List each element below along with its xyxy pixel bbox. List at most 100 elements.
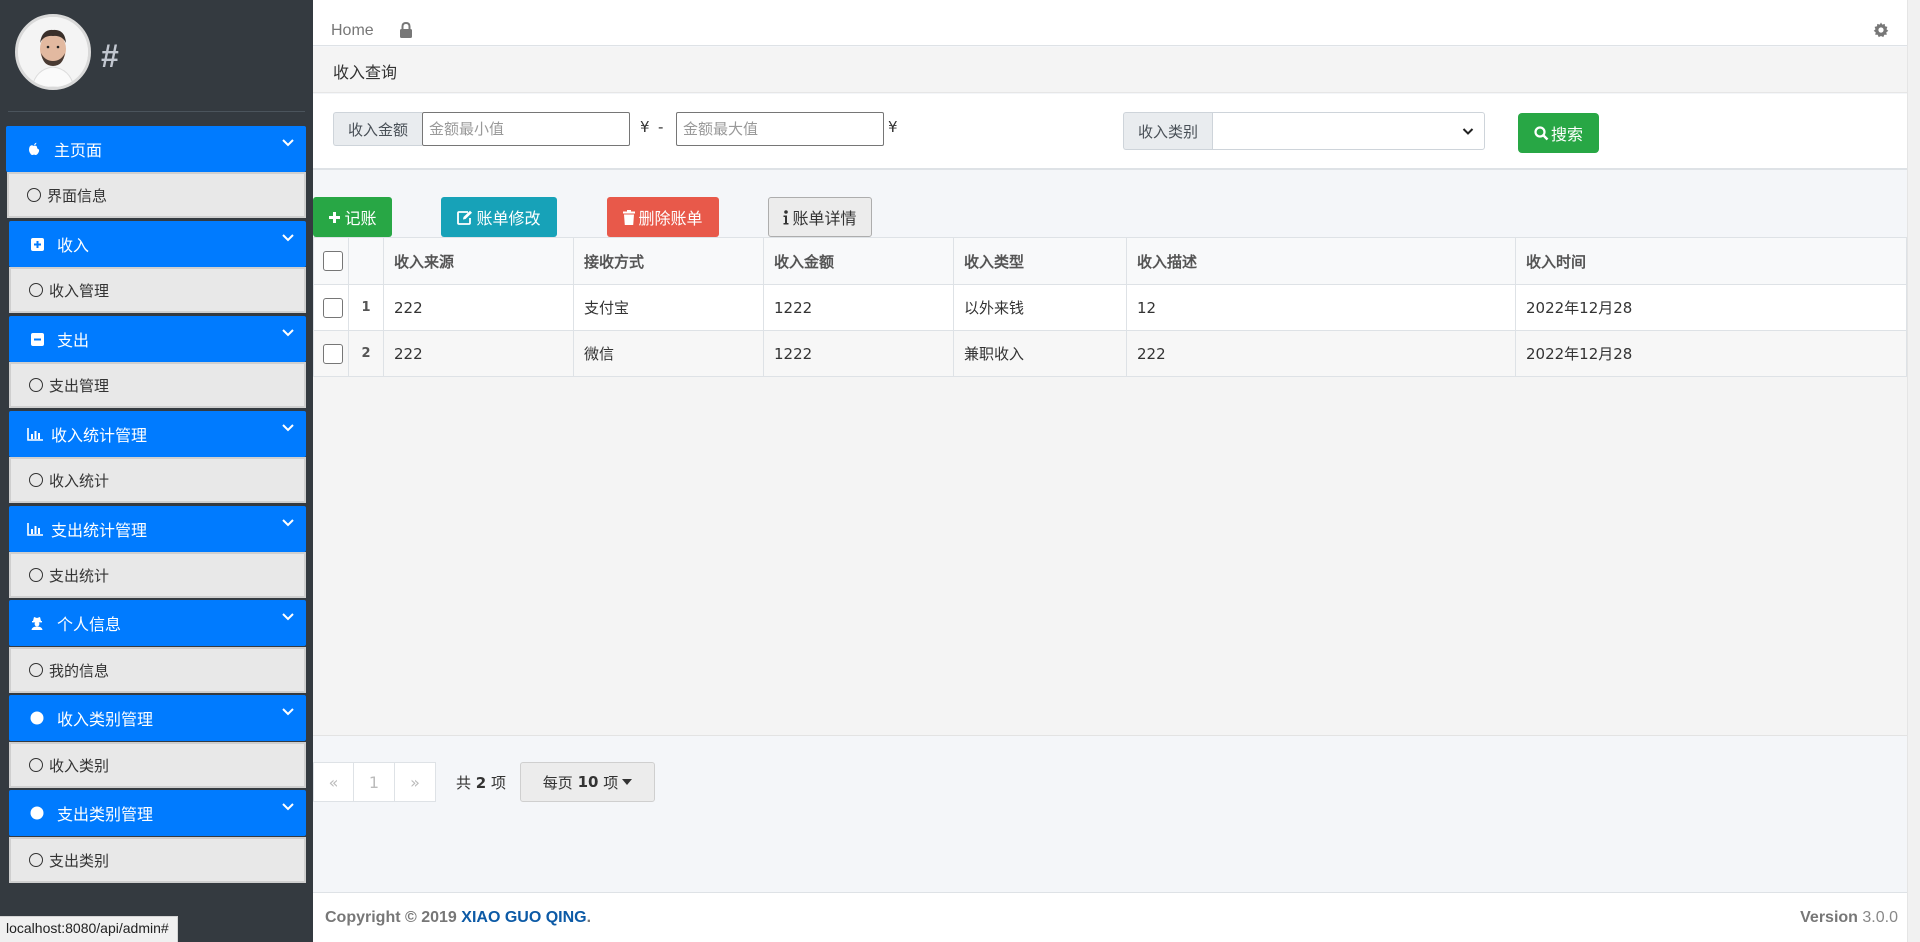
sidebar-subitem-income-management[interactable]: 收入管理 xyxy=(9,267,306,313)
table-row[interactable]: 1 222 支付宝 1222 以外来钱 12 2022年12月28 xyxy=(313,284,1907,331)
edit-record-button[interactable]: 账单修改 xyxy=(441,197,557,237)
category-select[interactable] xyxy=(1212,112,1486,150)
sidebar-subitem-expense-management[interactable]: 支出管理 xyxy=(9,362,306,408)
cell-type: 以外来钱 xyxy=(953,284,1127,331)
amount-range-group: 收入金额 xyxy=(333,112,631,146)
pagination-prev[interactable]: « xyxy=(313,762,354,802)
sidebar-item-label: 主页面 xyxy=(54,141,103,160)
cell-type: 兼职收入 xyxy=(953,330,1127,377)
sidebar-subitem-income-stats[interactable]: 收入统计 xyxy=(9,457,306,503)
chevron-down-icon xyxy=(282,800,294,814)
cell-amount: 1222 xyxy=(763,284,954,331)
table-row[interactable]: 2 222 微信 1222 兼职收入 222 2022年12月28 xyxy=(313,330,1907,377)
total-count: 2 xyxy=(475,774,487,792)
pagination-total: 共 2 项 xyxy=(456,772,506,793)
page-size-count: 10 xyxy=(577,773,599,791)
cell-method: 支付宝 xyxy=(573,284,764,331)
page-size-dropdown[interactable]: 每页 10 项 xyxy=(520,762,655,802)
scrollbar[interactable] xyxy=(1907,0,1920,942)
sidebar-item-label: 个人信息 xyxy=(57,615,122,634)
sidebar-divider xyxy=(8,111,305,112)
cell-source: 222 xyxy=(383,284,574,331)
sidebar-subitem-expense-category[interactable]: 支出类别 xyxy=(9,837,306,883)
page-title-bar: 收入查询 xyxy=(313,47,1907,93)
circle-icon xyxy=(29,710,45,726)
version-label: Version xyxy=(1800,909,1858,926)
circle-outline-icon xyxy=(27,188,41,202)
record-detail-button[interactable]: 账单详情 xyxy=(768,197,872,237)
brand-hash[interactable]: # xyxy=(101,38,119,75)
apple-icon xyxy=(26,141,42,157)
sidebar-subitem-label: 收入统计 xyxy=(49,471,110,490)
sidebar-subitem-label: 支出统计 xyxy=(49,566,110,585)
sidebar-subitem-label: 我的信息 xyxy=(49,661,110,680)
income-table: 收入来源 接收方式 收入金额 收入类型 收入描述 收入时间 1 222 支付宝 … xyxy=(313,237,1907,377)
record-detail-label: 账单详情 xyxy=(792,209,857,228)
column-header-method[interactable]: 接收方式 xyxy=(573,237,764,285)
chevron-down-icon xyxy=(282,610,294,624)
amount-min-input[interactable] xyxy=(422,112,631,146)
chevron-down-icon xyxy=(282,705,294,719)
cell-description: 12 xyxy=(1126,284,1516,331)
search-icon xyxy=(1534,125,1549,141)
chevron-down-icon xyxy=(282,231,294,245)
search-button[interactable]: 搜索 xyxy=(1518,113,1599,153)
caret-down-icon xyxy=(622,779,633,785)
user-secret-icon xyxy=(29,615,45,631)
footer-version: Version 3.0.0 xyxy=(1800,909,1898,927)
delete-record-label: 删除账单 xyxy=(638,209,703,228)
sidebar-item-income[interactable]: 收入 xyxy=(9,221,306,267)
sidebar-item-income-stats-management[interactable]: 收入统计管理 xyxy=(9,411,306,457)
currency-symbol: ¥ xyxy=(888,118,898,136)
sidebar-subitem-interface-info[interactable]: 界面信息 xyxy=(7,172,306,218)
sidebar-item-income-category-management[interactable]: 收入类别管理 xyxy=(9,695,306,741)
sidebar-item-expense-stats-management[interactable]: 支出统计管理 xyxy=(9,506,306,552)
cell-amount: 1222 xyxy=(763,330,954,377)
gear-icon[interactable] xyxy=(1873,22,1889,42)
filter-panel: 收入金额 ¥ - ¥ 收入类别 搜索 xyxy=(313,94,1907,170)
sidebar-item-label: 收入 xyxy=(57,236,90,255)
column-header-time[interactable]: 收入时间 xyxy=(1515,237,1907,285)
amount-max-input[interactable] xyxy=(676,112,884,146)
row-checkbox[interactable] xyxy=(323,343,343,364)
circle-outline-icon xyxy=(29,663,43,677)
sidebar-item-label: 支出类别管理 xyxy=(57,805,154,824)
delete-record-button[interactable]: 删除账单 xyxy=(607,197,719,237)
column-header-description[interactable]: 收入描述 xyxy=(1126,237,1516,285)
sidebar-item-expense-category-management[interactable]: 支出类别管理 xyxy=(9,790,306,836)
column-header-source[interactable]: 收入来源 xyxy=(383,237,574,285)
sidebar-subitem-expense-stats[interactable]: 支出统计 xyxy=(9,552,306,598)
total-prefix: 共 xyxy=(456,774,472,792)
sidebar-subitem-my-info[interactable]: 我的信息 xyxy=(9,647,306,693)
sidebar-subitem-label: 收入管理 xyxy=(49,281,110,300)
currency-symbol: ¥ xyxy=(640,118,650,136)
select-all-checkbox[interactable] xyxy=(323,251,343,271)
sidebar-subitem-label: 收入类别 xyxy=(49,756,110,775)
chevron-down-icon xyxy=(1462,123,1474,142)
sidebar-subitem-income-category[interactable]: 收入类别 xyxy=(9,742,306,788)
column-header-type[interactable]: 收入类型 xyxy=(953,237,1127,285)
nav-home-link[interactable]: Home xyxy=(331,22,374,40)
index-header xyxy=(348,237,384,285)
sidebar-item-label: 支出 xyxy=(57,331,90,350)
amount-max-group xyxy=(676,112,884,146)
page-title: 收入查询 xyxy=(333,63,398,82)
avatar[interactable] xyxy=(15,14,91,90)
circle-outline-icon xyxy=(29,758,43,772)
row-checkbox[interactable] xyxy=(323,297,343,318)
sidebar-item-home[interactable]: 主页面 xyxy=(6,126,306,172)
cell-time: 2022年12月28 xyxy=(1515,330,1907,377)
sidebar-item-personal-info[interactable]: 个人信息 xyxy=(9,600,306,646)
footer-brand-link[interactable]: XIAO GUO QING xyxy=(461,909,586,926)
search-button-label: 搜索 xyxy=(1550,125,1583,144)
status-bar-url: localhost:8080/api/admin# xyxy=(0,916,178,942)
column-header-amount[interactable]: 收入金额 xyxy=(763,237,954,285)
sidebar-subitem-label: 支出类别 xyxy=(49,851,110,870)
pagination-next[interactable]: » xyxy=(395,762,436,802)
sidebar-item-expense[interactable]: 支出 xyxy=(9,316,306,362)
row-select-cell xyxy=(313,284,349,331)
lock-icon[interactable] xyxy=(399,21,413,42)
amount-label: 收入金额 xyxy=(333,112,423,146)
add-record-button[interactable]: 记账 xyxy=(313,197,392,237)
pagination-page[interactable]: 1 xyxy=(354,762,395,802)
